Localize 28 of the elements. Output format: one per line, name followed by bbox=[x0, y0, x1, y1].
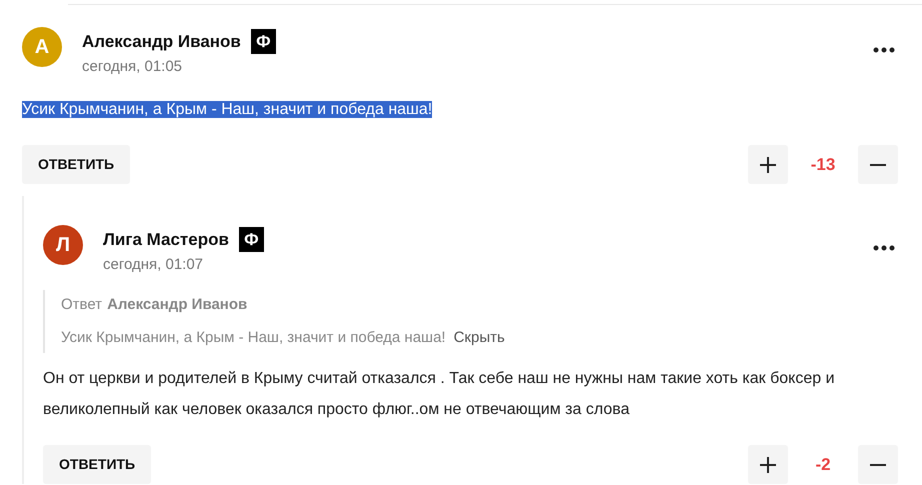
reply-button[interactable]: ОТВЕТИТЬ bbox=[43, 445, 152, 484]
author-name[interactable]: Александр Иванов bbox=[82, 30, 241, 54]
avatar: Л bbox=[43, 225, 83, 265]
quoted-author: Александр Иванов bbox=[107, 295, 248, 315]
comment-time: сегодня, 01:07 bbox=[103, 255, 204, 275]
comment-text: Усик Крымчанин, а Крым - Наш, значит и победа наша! bbox=[22, 101, 432, 118]
comment-time: сегодня, 01:05 bbox=[82, 57, 184, 77]
minus-icon bbox=[870, 464, 886, 466]
upvote-button[interactable] bbox=[748, 145, 788, 184]
hide-link[interactable]: Скрыть bbox=[454, 326, 505, 349]
quoted-text: Усик Крымчанин, а Крым - Наш, значит и победа наша! bbox=[61, 328, 446, 348]
downvote-button[interactable] bbox=[858, 145, 898, 184]
more-icon[interactable] bbox=[873, 47, 895, 53]
badge-icon: Ф bbox=[238, 227, 264, 252]
reply-button[interactable]: ОТВЕТИТЬ bbox=[22, 145, 130, 184]
more-icon[interactable] bbox=[873, 245, 895, 251]
vote-score: -13 bbox=[810, 154, 836, 176]
avatar: А bbox=[22, 27, 62, 67]
upvote-button[interactable] bbox=[748, 445, 788, 484]
plus-icon bbox=[760, 456, 776, 472]
author-name[interactable]: Лига Мастеров bbox=[103, 228, 229, 252]
downvote-button[interactable] bbox=[858, 445, 898, 484]
vote-score: -2 bbox=[814, 454, 832, 476]
reply-label: Ответ bbox=[61, 295, 102, 315]
plus-icon bbox=[760, 156, 776, 172]
minus-icon bbox=[870, 164, 886, 166]
comment-text: Он от церкви и родителей в Крыму считай отказался . Так себе наш не нужны нам такие хоть как боксер и великолепный как человек оказался просто флюг..ом не отвечающим за слова bbox=[43, 370, 835, 418]
badge-icon: Ф bbox=[250, 29, 276, 54]
